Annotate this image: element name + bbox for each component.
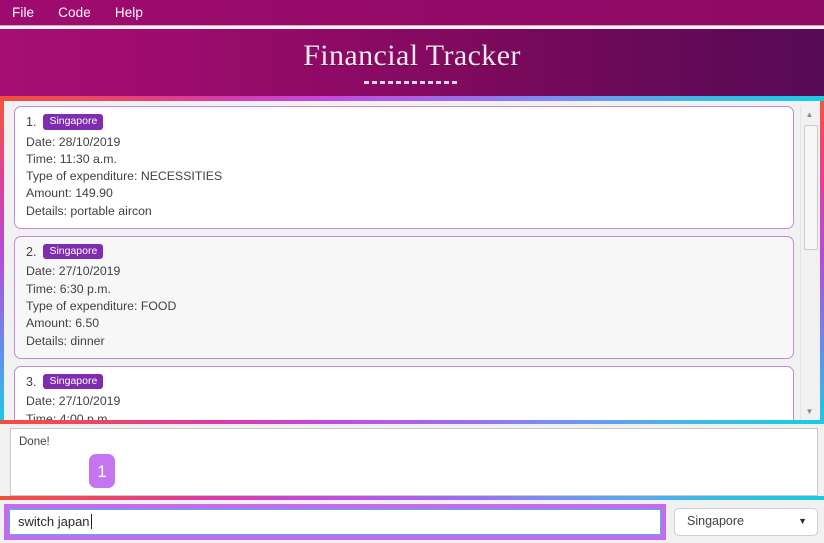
menu-item-code[interactable]: Code	[58, 6, 91, 20]
country-badge: Singapore	[43, 243, 104, 260]
command-row: switch japan Singapore ▼	[0, 500, 824, 543]
entry-time: Time: 4:00 p.m.	[26, 411, 111, 420]
list-item-header: 3. Singapore	[26, 373, 782, 390]
entry-time: Time: 11:30 a.m.	[26, 151, 117, 166]
list-item-header: 2. Singapore	[26, 243, 782, 260]
menu-item-file[interactable]: File	[12, 6, 34, 20]
scrollbar-track[interactable]	[801, 123, 819, 403]
entry-amount: Amount: 149.90	[26, 186, 113, 201]
list-item[interactable]: 1. Singapore Date: 28/10/2019 Time: 11:3…	[14, 106, 794, 229]
command-input-value: switch japan	[18, 514, 90, 529]
country-badge: Singapore	[43, 114, 104, 130]
country-select[interactable]: Singapore ▼	[674, 507, 818, 536]
list-item[interactable]: 2. Singapore Date: 27/10/2019 Time: 6:30…	[14, 235, 794, 359]
title-dashed-divider	[364, 81, 460, 84]
entry-date: Date: 28/10/2019	[26, 134, 121, 149]
entry-date: Date: 27/10/2019	[26, 394, 121, 409]
chevron-down-icon: ▼	[798, 516, 807, 526]
list-item-index: 2.	[26, 244, 37, 259]
scroll-up-icon[interactable]: ▲	[801, 106, 819, 123]
list-item-header: 1. Singapore	[26, 114, 782, 130]
menu-item-help[interactable]: Help	[115, 6, 143, 20]
list-item[interactable]: 3. Singapore Date: 27/10/2019 Time: 4:00…	[14, 365, 794, 420]
entry-time: Time: 6:30 p.m.	[26, 281, 111, 296]
scrollbar-thumb[interactable]	[803, 125, 818, 251]
list-item-index: 1.	[26, 114, 37, 129]
scroll-down-icon[interactable]: ▼	[801, 403, 819, 420]
count-badge: 1	[89, 454, 115, 488]
command-input-focus-ring: switch japan	[4, 503, 666, 540]
app-header: Financial Tracker	[0, 29, 824, 96]
list-item-index: 3.	[26, 374, 37, 389]
main-content: 1. Singapore Date: 28/10/2019 Time: 11:3…	[4, 101, 820, 420]
country-select-value: Singapore	[687, 514, 744, 529]
text-caret	[90, 514, 92, 529]
transaction-list[interactable]: 1. Singapore Date: 28/10/2019 Time: 11:3…	[4, 106, 800, 420]
right-gradient-edge	[820, 101, 824, 420]
output-region: Done! 1	[0, 424, 824, 496]
app-window: File Code Help Financial Tracker 1. Sing…	[0, 0, 824, 543]
page-title: Financial Tracker	[303, 39, 521, 72]
status-message: Done!	[19, 436, 50, 448]
entry-details: Details: dinner	[26, 333, 105, 348]
entry-type: Type of expenditure: NECESSITIES	[26, 169, 223, 184]
main-body: 1. Singapore Date: 28/10/2019 Time: 11:3…	[0, 101, 824, 420]
transaction-list-region: 1. Singapore Date: 28/10/2019 Time: 11:3…	[4, 101, 820, 420]
entry-details: Details: portable aircon	[26, 203, 152, 218]
command-input[interactable]: switch japan	[9, 508, 661, 535]
menu-bar: File Code Help	[0, 0, 824, 25]
country-badge: Singapore	[43, 373, 104, 390]
entry-date: Date: 27/10/2019	[26, 264, 121, 279]
entry-amount: Amount: 6.50	[26, 316, 100, 331]
output-panel: Done! 1	[10, 428, 818, 496]
entry-type: Type of expenditure: FOOD	[26, 299, 177, 314]
list-scrollbar[interactable]: ▲ ▼	[800, 106, 818, 420]
